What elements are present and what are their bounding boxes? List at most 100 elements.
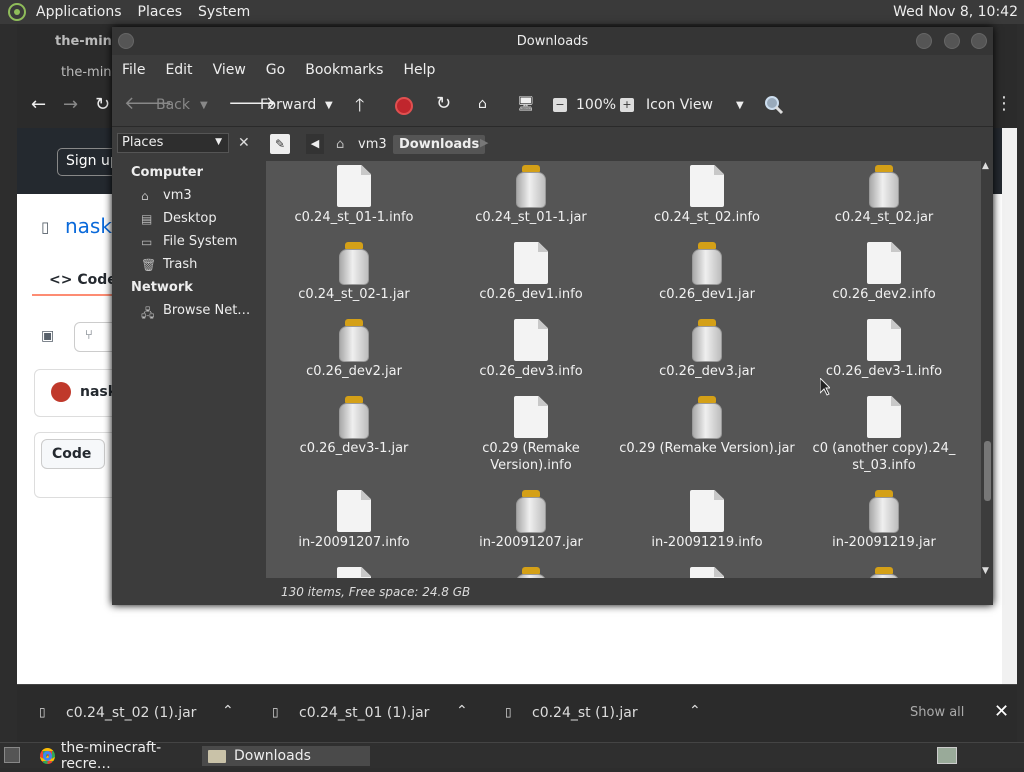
- file-view-scrollbar[interactable]: ▲ ▼: [981, 161, 993, 578]
- chevron-up-icon[interactable]: ⌃: [689, 703, 701, 719]
- forward-dropdown-icon[interactable]: ▼: [325, 100, 333, 111]
- file-item[interactable]: c0.26_dev1.info: [443, 242, 619, 303]
- browser-tab-title-1[interactable]: the-mine: [55, 34, 121, 49]
- menu-help[interactable]: Help: [393, 62, 445, 78]
- scroll-down-icon[interactable]: ▼: [982, 566, 989, 576]
- distro-logo-icon[interactable]: [6, 2, 28, 22]
- maximize-icon[interactable]: [944, 33, 960, 49]
- file-item[interactable]: c0.26_dev3-1.jar: [266, 396, 442, 457]
- file-item[interactable]: c0.26_dev2.jar: [266, 319, 442, 380]
- file-item[interactable]: c0.29 (Remake Version).jar: [619, 396, 795, 457]
- scroll-up-icon[interactable]: ▲: [982, 161, 989, 171]
- sidebar-item-desktop[interactable]: ▤ Desktop: [141, 211, 217, 226]
- sidebar-toggle-icon[interactable]: ▣: [41, 328, 54, 344]
- file-name: in-20091219.info: [651, 535, 763, 550]
- sidebar-item-filesystem[interactable]: ▭ File System: [141, 234, 237, 249]
- sidebar-close-icon[interactable]: ✕: [238, 135, 250, 151]
- file-item[interactable]: c0.26_dev3-1.info: [796, 319, 972, 380]
- jar-file-icon: [867, 490, 901, 534]
- file-item[interactable]: c0.26_dev2.info: [796, 242, 972, 303]
- sidebar-item-vm3[interactable]: ⌂ vm3: [141, 188, 192, 203]
- path-right-icon[interactable]: ▶: [480, 136, 488, 149]
- file-item[interactable]: c0.24_st_02.info: [619, 165, 795, 226]
- menu-edit[interactable]: Edit: [155, 62, 202, 78]
- code-button[interactable]: Code: [41, 439, 105, 469]
- file-item[interactable]: c0.26_dev1.jar: [619, 242, 795, 303]
- workspace-icon[interactable]: [937, 747, 957, 764]
- file-item[interactable]: c0.24_st_02.jar: [796, 165, 972, 226]
- breadcrumb-vm3[interactable]: vm3: [352, 135, 393, 154]
- back-button[interactable]: Back: [156, 97, 190, 113]
- file-item[interactable]: c0.24_st_01-1.info: [266, 165, 442, 226]
- file-item[interactable]: in-20091207.jar: [443, 490, 619, 551]
- window-menu-icon[interactable]: [118, 33, 134, 49]
- sidebar-item-trash[interactable]: 🗑 Trash: [141, 257, 197, 272]
- file-item[interactable]: in-20091207.info: [266, 490, 442, 551]
- scrollbar-thumb[interactable]: [984, 441, 991, 501]
- download-item-3[interactable]: c0.24_st (1).jar: [532, 705, 638, 721]
- download-item-2[interactable]: c0.24_st_01 (1).jar: [299, 705, 429, 721]
- menu-applications[interactable]: Applications: [28, 4, 130, 20]
- menu-bookmarks[interactable]: Bookmarks: [295, 62, 393, 78]
- window-close-icon[interactable]: [971, 33, 987, 49]
- back-dropdown-icon[interactable]: ▼: [200, 100, 208, 111]
- computer-icon[interactable]: 🖥: [517, 96, 535, 112]
- menu-system[interactable]: System: [190, 4, 258, 20]
- close-icon[interactable]: ✕: [994, 701, 1009, 722]
- taskbar-item-browser[interactable]: the-minecraft-recre…: [34, 740, 200, 772]
- stop-icon[interactable]: [395, 97, 413, 115]
- edit-location-icon[interactable]: ✎: [270, 134, 290, 154]
- code-tab[interactable]: <> Code: [49, 272, 117, 288]
- view-dropdown-icon[interactable]: ▼: [736, 100, 744, 111]
- chevron-up-icon[interactable]: ⌃: [456, 703, 468, 719]
- repo-name[interactable]: nask: [65, 214, 112, 238]
- up-arrow-icon[interactable]: 🡑: [355, 93, 364, 123]
- forward-button[interactable]: Forward: [260, 97, 316, 113]
- browser-back-icon[interactable]: ←: [31, 94, 46, 115]
- browser-tab-title-2[interactable]: the-mine: [61, 65, 120, 80]
- breadcrumb-downloads[interactable]: Downloads: [393, 135, 486, 154]
- file-item[interactable]: c0 (another copy).24_ st_03.info: [796, 396, 972, 474]
- chevron-up-icon[interactable]: ⌃: [222, 703, 234, 719]
- show-all-button[interactable]: Show all: [910, 699, 974, 727]
- zoom-in-icon[interactable]: +: [620, 98, 634, 112]
- menu-go[interactable]: Go: [256, 62, 295, 78]
- avatar[interactable]: [51, 382, 71, 402]
- file-item[interactable]: c0.29 (Remake Version).info: [443, 396, 619, 474]
- file-name: c0.24_st_02.info: [653, 210, 761, 225]
- sidebar-places-select[interactable]: Places ▼: [117, 133, 229, 153]
- file-item[interactable]: in-20091219.info: [619, 490, 795, 551]
- show-desktop-icon[interactable]: [4, 747, 20, 763]
- path-left-icon[interactable]: ◀: [306, 134, 324, 154]
- minimize-icon[interactable]: [916, 33, 932, 49]
- clock[interactable]: Wed Nov 8, 10:42: [893, 4, 1018, 20]
- file-item[interactable]: c0.24_st_01-1.jar: [443, 165, 619, 226]
- zoom-out-icon[interactable]: −: [553, 98, 567, 112]
- browser-forward-icon[interactable]: →: [63, 94, 78, 115]
- file-item-partial[interactable]: [796, 567, 972, 578]
- browser-scrollbar[interactable]: [1002, 128, 1017, 684]
- view-mode-select[interactable]: Icon View: [646, 97, 713, 113]
- browser-menu-icon[interactable]: ⋮: [995, 93, 1013, 114]
- menu-file[interactable]: File: [112, 62, 155, 78]
- home-icon[interactable]: ⌂: [478, 96, 487, 112]
- file-item[interactable]: c0.26_dev3.jar: [619, 319, 795, 380]
- drive-icon: ▭: [141, 234, 153, 249]
- file-view[interactable]: c0.24_st_01-1.info c0.24_st_01-1.jar c0.24…: [266, 161, 981, 578]
- reload-icon[interactable]: ↻: [436, 93, 451, 114]
- trash-icon: 🗑: [141, 257, 157, 272]
- download-item-1[interactable]: c0.24_st_02 (1).jar: [66, 705, 196, 721]
- sidebar-item-browse-network[interactable]: 🖧 Browse Net…: [141, 303, 250, 320]
- file-item-partial[interactable]: [619, 567, 795, 578]
- file-item-partial[interactable]: [266, 567, 442, 578]
- file-item-partial[interactable]: [443, 567, 619, 578]
- browser-reload-icon[interactable]: ↻: [95, 94, 110, 115]
- menu-view[interactable]: View: [203, 62, 256, 78]
- file-item[interactable]: in-20091219.jar: [796, 490, 972, 551]
- menu-places[interactable]: Places: [130, 4, 191, 20]
- file-item[interactable]: c0.24_st_02-1.jar: [266, 242, 442, 303]
- taskbar-item-downloads[interactable]: Downloads: [202, 746, 370, 766]
- jar-file-icon: [867, 567, 901, 578]
- search-icon[interactable]: [764, 95, 784, 115]
- file-item[interactable]: c0.26_dev3.info: [443, 319, 619, 380]
